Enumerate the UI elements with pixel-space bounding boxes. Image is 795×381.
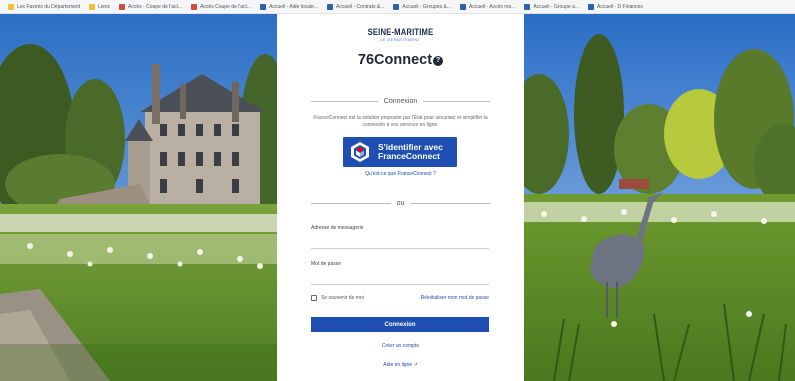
bookmark-label: Accès - Coupe de l'act... bbox=[128, 3, 183, 10]
connexion-separator-label: Connexion bbox=[383, 98, 418, 105]
bookmark-item[interactable]: Liens bbox=[89, 3, 111, 10]
bookmark-item[interactable]: Accueil - Groupes &... bbox=[393, 3, 451, 10]
folder-icon bbox=[8, 3, 14, 10]
folder-icon bbox=[89, 3, 96, 10]
or-separator-label: ou bbox=[396, 200, 405, 207]
logo-sub-text: LE DÉPARTEMENT bbox=[380, 38, 421, 42]
bookmark-item[interactable]: Accueil - D Finances bbox=[587, 3, 643, 10]
bookmark-item[interactable]: Accueil - Accès res... bbox=[460, 3, 516, 10]
bookmark-item[interactable]: Accueil - Contrats &... bbox=[327, 3, 385, 10]
remember-me-label: Se souvenir de moi bbox=[321, 295, 364, 301]
bookmark-label: Accueil - Contrats &... bbox=[336, 3, 385, 10]
bookmark-label: Accueil - Accès res... bbox=[469, 3, 516, 10]
page-title: 76Connect? bbox=[277, 52, 524, 68]
online-help-link[interactable]: Aide en ligne ↗ bbox=[277, 362, 524, 368]
separator-line bbox=[311, 203, 391, 204]
background-image-garden bbox=[524, 14, 795, 381]
department-logo: SEINE-MARITIME LE DÉPARTEMENT bbox=[277, 27, 524, 42]
bookmark-label: Accueil - Groupe a... bbox=[533, 3, 579, 10]
bookmark-item[interactable]: Accès Coupe de l'act... bbox=[191, 3, 252, 10]
external-link-icon: ↗ bbox=[413, 362, 418, 368]
franceconnect-button[interactable]: S'identifier avec FranceConnect bbox=[343, 137, 457, 167]
reset-password-link[interactable]: Réinitialiser mon mot de passe bbox=[403, 295, 489, 301]
site-icon bbox=[393, 3, 400, 10]
or-separator: ou bbox=[311, 200, 491, 207]
bookmark-icon bbox=[191, 3, 198, 10]
franceconnect-logo-icon bbox=[351, 142, 369, 162]
site-icon bbox=[524, 3, 531, 10]
email-field[interactable] bbox=[311, 234, 489, 249]
bookmark-item[interactable]: Accueil - Groupe a... bbox=[524, 3, 579, 10]
bookmark-label: Accueil - Aide locale... bbox=[269, 3, 318, 10]
bookmark-label: Accueil - Groupes &... bbox=[402, 3, 451, 10]
separator-line bbox=[311, 101, 378, 102]
bookmarks-bar: Les Favoris du Département Liens Accès - C… bbox=[0, 0, 795, 14]
password-field[interactable] bbox=[311, 270, 489, 285]
franceconnect-description: FranceConnect est la solution proposée p… bbox=[313, 115, 488, 128]
franceconnect-button-line2: FranceConnect bbox=[378, 151, 440, 161]
franceconnect-info-link[interactable]: Qu'est-ce que FranceConnect ? bbox=[277, 171, 524, 177]
password-label: Mot de passe bbox=[311, 261, 342, 267]
create-account-link[interactable]: Créer un compte bbox=[277, 343, 524, 349]
bookmark-label: Liens bbox=[98, 3, 111, 10]
site-icon bbox=[260, 3, 267, 10]
site-icon bbox=[460, 3, 466, 10]
page-title-text: 76Connect bbox=[357, 52, 433, 68]
bookmark-label: Accueil - D Finances bbox=[596, 3, 643, 10]
bookmark-icon bbox=[119, 3, 126, 10]
franceconnect-button-label: S'identifier avec FranceConnect bbox=[378, 142, 443, 162]
site-icon bbox=[587, 3, 594, 10]
logo-main-text: SEINE-MARITIME bbox=[367, 27, 434, 37]
login-button[interactable]: Connexion bbox=[311, 317, 489, 332]
bookmark-item[interactable]: Accueil - Aide locale... bbox=[260, 3, 318, 10]
separator-line bbox=[410, 203, 491, 204]
bookmark-label: Les Favoris du Département bbox=[17, 3, 81, 10]
site-icon bbox=[327, 3, 333, 10]
email-label: Adresse de messagerie bbox=[311, 225, 364, 231]
login-card: SEINE-MARITIME LE DÉPARTEMENT 76Connect?… bbox=[277, 14, 524, 381]
remember-me[interactable]: Se souvenir de moi bbox=[311, 295, 364, 301]
bookmark-label: Accès Coupe de l'act... bbox=[200, 3, 252, 10]
bookmark-item[interactable]: Accès - Coupe de l'act... bbox=[119, 3, 183, 10]
bookmark-item[interactable]: Les Favoris du Département bbox=[8, 3, 81, 10]
separator-line bbox=[423, 101, 490, 102]
background-image-chateau bbox=[0, 14, 277, 381]
remember-me-checkbox[interactable] bbox=[311, 295, 317, 301]
help-icon[interactable]: ? bbox=[433, 56, 444, 66]
online-help-label: Aide en ligne bbox=[383, 362, 413, 368]
connexion-separator: Connexion bbox=[311, 98, 490, 105]
